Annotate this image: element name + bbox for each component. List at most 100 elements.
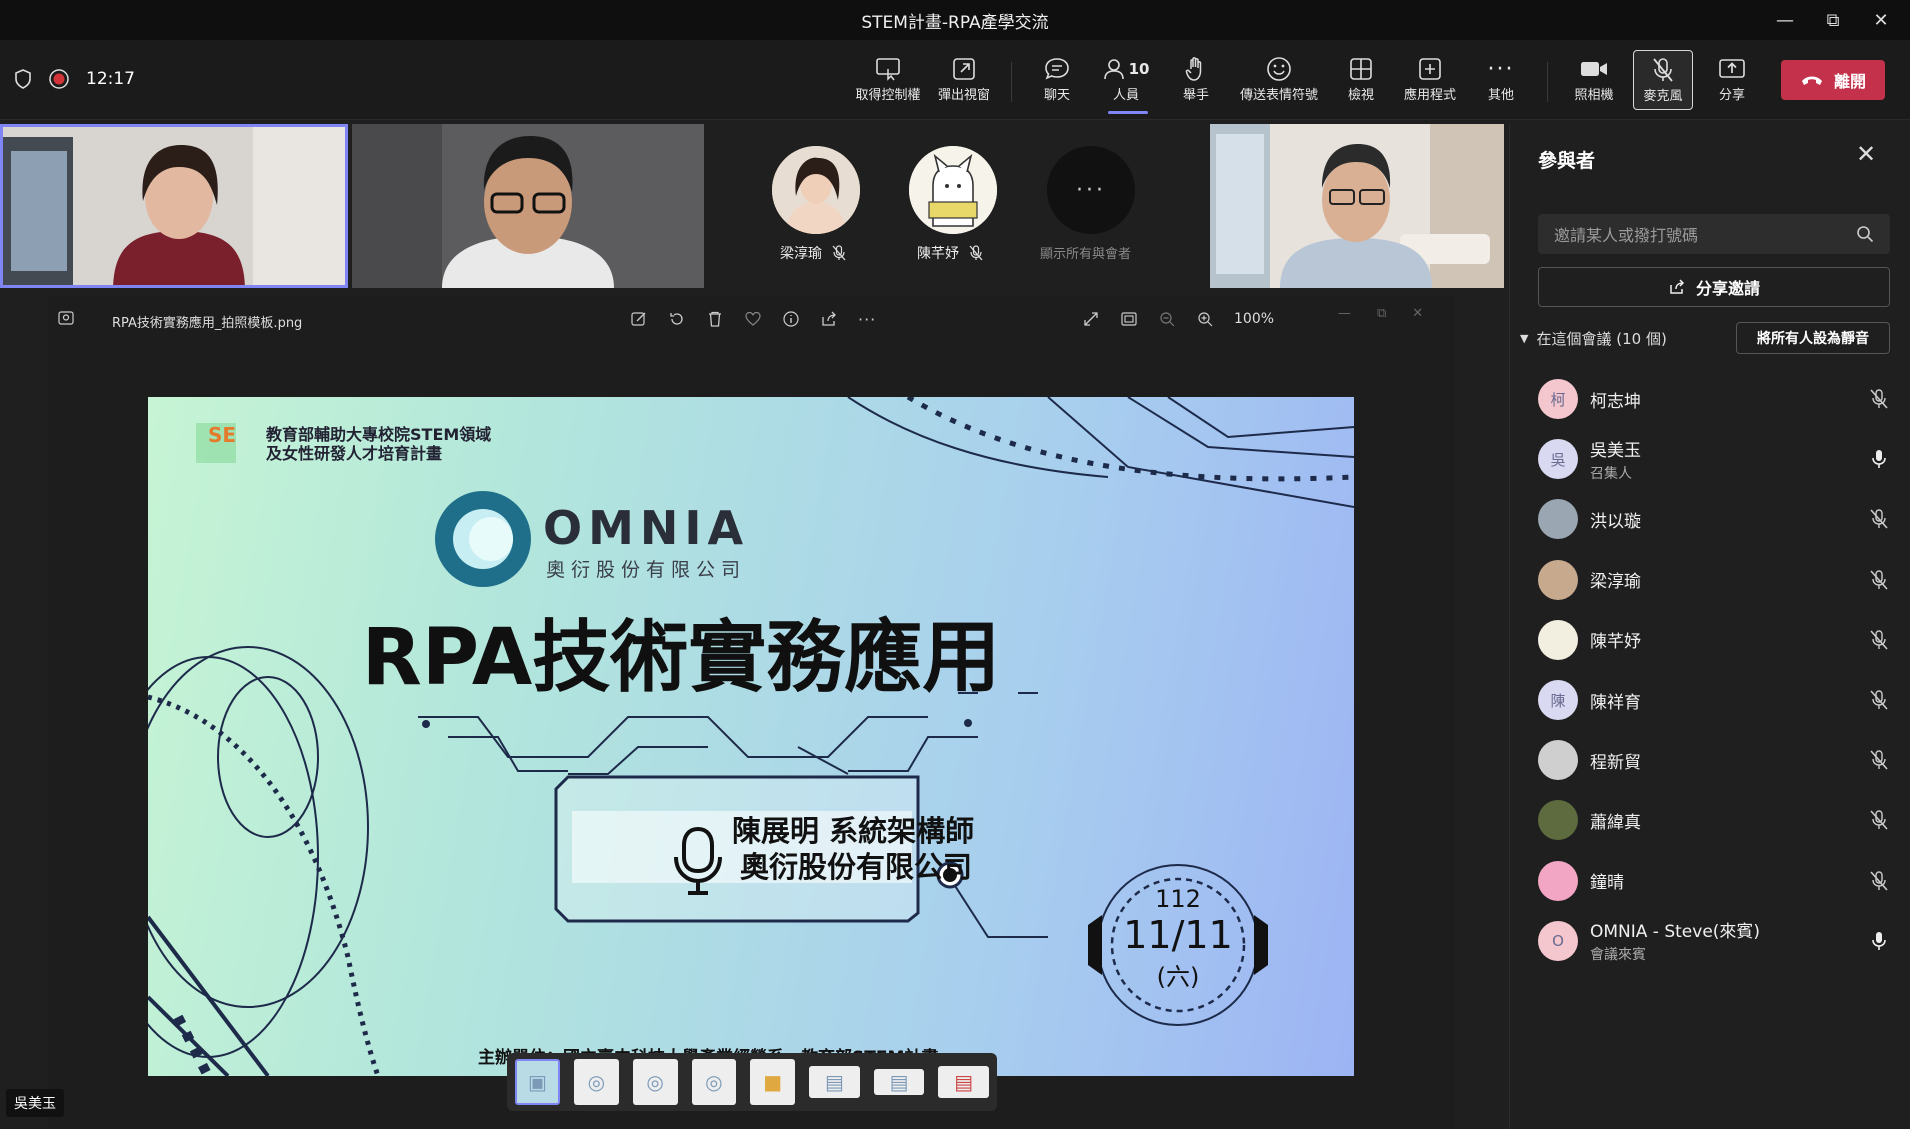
thumbnail-item[interactable]: ◎ [632, 1059, 678, 1105]
participant-row[interactable]: O OMNIA - Steve(來賓) 會議來賓 [1538, 916, 1898, 966]
mic-off-icon[interactable] [1868, 508, 1890, 530]
pop-out-button[interactable]: 彈出視窗 [928, 54, 1000, 110]
zoom-out-icon[interactable] [1158, 310, 1176, 328]
avatar-cartoon [909, 146, 997, 234]
thumbnail-item[interactable]: ◎ [691, 1059, 737, 1105]
heart-icon[interactable] [744, 310, 762, 328]
mic-off-icon[interactable] [1868, 569, 1890, 591]
more-label: 其他 [1487, 88, 1514, 103]
avatar-liang[interactable] [772, 146, 860, 234]
mic-off-icon[interactable] [1868, 870, 1890, 892]
people-label: 人員 [1112, 88, 1139, 103]
close-window-icon[interactable]: ✕ [1858, 0, 1904, 40]
participant-avatar [1538, 860, 1578, 901]
thumbnail-item[interactable]: ▤ [809, 1066, 860, 1098]
section-title: 在這個會議 (10 個) [1536, 330, 1667, 348]
share-button[interactable]: 分享 [1696, 54, 1768, 110]
rotate-icon[interactable] [668, 310, 686, 328]
send-reaction-button[interactable]: 傳送表情符號 [1228, 54, 1330, 110]
mic-off-icon[interactable] [1868, 809, 1890, 831]
viewer-restore-icon[interactable]: ⧉ [1377, 306, 1386, 321]
take-control-label: 取得控制權 [855, 88, 921, 103]
search-icon [1857, 226, 1874, 243]
recording-icon [49, 69, 69, 89]
participant-row[interactable]: 陳芊妤 [1538, 615, 1898, 665]
thumbnail-item[interactable]: ◎ [573, 1059, 619, 1105]
participant-row[interactable]: 陳陳祥育 [1538, 675, 1898, 725]
in-meeting-section-header[interactable]: ▼ 在這個會議 (10 個) [1520, 328, 1667, 349]
mute-all-button[interactable]: 將所有人設為靜音 [1736, 322, 1890, 354]
screenshot-thumbnail-icon: ▤ [824, 1070, 844, 1094]
video-tile-speaker[interactable] [0, 124, 348, 288]
participant-row[interactable]: 程新貿 [1538, 735, 1898, 785]
video-tile-guest[interactable] [1210, 124, 1504, 288]
participant-row[interactable]: 吳吳美玉 召集人 [1538, 434, 1898, 484]
pop-out-icon [952, 54, 976, 84]
mic-off-icon[interactable] [1868, 388, 1890, 410]
program-name: 教育部輔助大專校院STEM領域 及女性研發人才培育計畫 [266, 425, 491, 463]
raise-hand-button[interactable]: 舉手 [1160, 54, 1232, 110]
participant-avatar [1538, 619, 1578, 660]
zoom-in-icon[interactable] [1196, 310, 1214, 328]
participant-avatar: 柯 [1538, 379, 1578, 419]
view-button[interactable]: 檢視 [1325, 54, 1397, 110]
expand-icon[interactable] [1082, 310, 1100, 328]
invite-search-input[interactable]: 邀請某人或撥打號碼 [1538, 214, 1890, 254]
mic-off-icon[interactable] [1868, 749, 1890, 771]
thumbnail-item[interactable]: ▤ [873, 1069, 925, 1095]
microphone-button[interactable]: 麥克風 [1633, 50, 1693, 110]
show-all-participants-button[interactable]: ··· [1047, 146, 1135, 234]
apps-button[interactable]: 應用程式 [1394, 54, 1466, 110]
date-year: 112 [1155, 885, 1201, 913]
panel-title: 參與者 [1538, 150, 1596, 172]
participant-row[interactable]: 柯柯志坤 [1538, 374, 1898, 424]
close-panel-icon[interactable]: ✕ [1856, 140, 1876, 168]
meeting-toolbar: 12:17 取得控制權 彈出視窗 聊天 10 人員 舉手 傳送表情符號 檢視 應… [0, 40, 1910, 120]
video-tile-participant[interactable] [352, 124, 704, 288]
participant-row[interactable]: 鐘晴 [1538, 856, 1898, 906]
participant-video [3, 127, 345, 285]
stem-logo: SE [208, 423, 237, 447]
thumbnail-item[interactable]: ▣ [515, 1059, 560, 1105]
document-thumbnail-icon: ◎ [587, 1070, 606, 1094]
participant-name: 柯志坤 [1590, 391, 1641, 412]
participant-row[interactable]: 梁淳瑜 [1538, 555, 1898, 605]
mic-off-icon[interactable] [1868, 629, 1890, 651]
info-icon[interactable] [782, 310, 800, 328]
add-app-icon [1418, 54, 1442, 84]
mic-off-icon[interactable] [1868, 689, 1890, 711]
participant-row[interactable]: 蕭緯真 [1538, 795, 1898, 845]
participant-avatar [1538, 800, 1578, 841]
speaker-name: 陳展明 系統架構師 [732, 814, 975, 848]
viewer-zoom-controls: 100% [1082, 310, 1274, 328]
viewer-more-icon[interactable]: ··· [858, 310, 876, 329]
delete-icon[interactable] [706, 310, 724, 328]
people-button[interactable]: 10 人員 [1090, 54, 1162, 114]
viewer-close-icon[interactable]: ✕ [1412, 306, 1423, 321]
share-invite-button[interactable]: 分享邀請 [1538, 267, 1890, 307]
shield-icon [15, 69, 31, 89]
participant-row[interactable]: 洪以璇 [1538, 494, 1898, 544]
take-control-button[interactable]: 取得控制權 [852, 54, 924, 110]
minimize-icon[interactable]: — [1762, 0, 1808, 40]
fit-icon[interactable] [1120, 310, 1138, 328]
camera-button[interactable]: 照相機 [1558, 54, 1630, 110]
share-icon[interactable] [820, 310, 838, 328]
mic-on-icon[interactable] [1868, 930, 1890, 952]
viewer-filename: RPA技術實務應用_拍照模板.png [112, 316, 303, 331]
mic-on-icon[interactable] [1868, 448, 1890, 470]
viewer-minimize-icon[interactable]: — [1338, 306, 1351, 321]
participant-name: 梁淳瑜 [780, 246, 822, 262]
participant-avatar [1538, 559, 1578, 600]
thumbnail-item[interactable]: ▤ [938, 1066, 990, 1098]
maximize-icon[interactable]: ⧉ [1810, 0, 1856, 40]
leave-button[interactable]: 離開 [1781, 60, 1885, 100]
edit-icon[interactable] [630, 310, 648, 328]
more-button[interactable]: ··· 其他 [1465, 54, 1537, 110]
document-thumbnail-icon: ◎ [705, 1070, 723, 1094]
thumbnail-item[interactable]: ■ [750, 1059, 796, 1105]
avatar-chen[interactable] [909, 146, 997, 234]
chat-button[interactable]: 聊天 [1021, 54, 1093, 110]
leave-label: 離開 [1833, 72, 1866, 91]
participant-text: 洪以璇 [1578, 507, 1641, 532]
